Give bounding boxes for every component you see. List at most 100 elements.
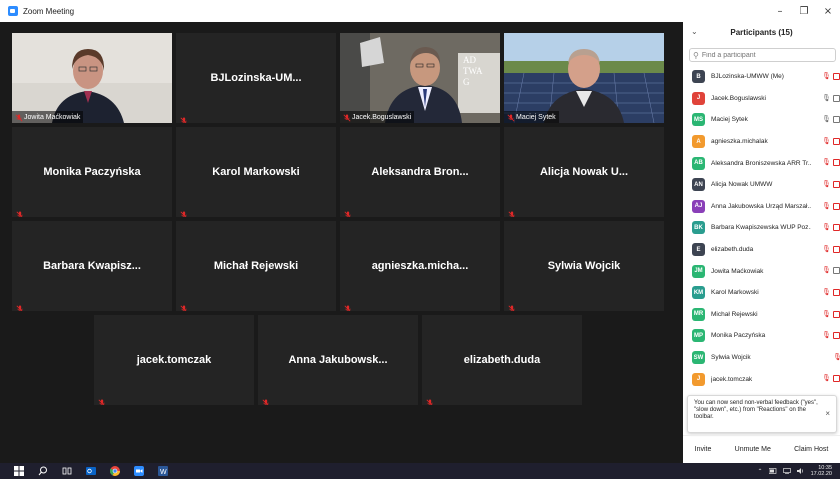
participant-display-name: agnieszka.micha...	[371, 260, 469, 272]
participant-status-icons: 🎙︎	[822, 159, 840, 167]
participant-tile[interactable]: Anna Jakubowsk...	[258, 315, 418, 405]
participant-tile[interactable]: Jowita Maćkowiak	[12, 33, 172, 123]
muted-mic-icon	[262, 394, 270, 405]
participant-display-name: Alicja Nowak U...	[539, 166, 629, 178]
search-icon[interactable]	[38, 466, 48, 476]
windows-start-icon[interactable]	[14, 466, 24, 476]
participants-header: ⌄ Participants (15)	[683, 22, 840, 42]
participant-tile[interactable]: jacek.tomczak	[94, 315, 254, 405]
video-feed	[12, 33, 172, 123]
claim-host-button[interactable]: Claim Host	[794, 446, 828, 453]
participant-status-icons: 🎙︎	[822, 224, 840, 232]
participant-row[interactable]: MS Maciej Sytek 🎙︎	[683, 109, 840, 131]
participant-row[interactable]: AB Aleksandra Broniszewska ARR Tr... 🎙︎	[683, 152, 840, 174]
word-icon[interactable]: W	[158, 466, 168, 476]
search-input[interactable]	[701, 51, 822, 59]
windows-taskbar: W ⌃ 10:35 17.02.20	[0, 463, 840, 479]
participant-name: Monika Paczyńska	[711, 332, 766, 340]
participant-tile[interactable]: agnieszka.micha...	[340, 221, 500, 311]
participant-tile[interactable]: Sylwia Wojcik	[504, 221, 664, 311]
participant-display-name: Karol Markowski	[212, 166, 300, 178]
zoom-app-icon	[8, 6, 18, 16]
mic-icon: 🎙︎	[822, 94, 831, 102]
participant-tile[interactable]: AD TWA G Jacek.Boguslawski	[340, 33, 500, 123]
participant-tile[interactable]: Aleksandra Bron...	[340, 127, 500, 217]
participant-video-name: Jacek.Boguslawski	[352, 114, 412, 121]
camera-off-icon	[833, 159, 840, 167]
participant-search[interactable]: ⚲	[689, 48, 836, 62]
minimize-button[interactable]: –	[768, 6, 792, 17]
participant-row[interactable]: KM Karol Markowski 🎙︎	[683, 282, 840, 304]
close-button[interactable]: ×	[816, 6, 840, 17]
participant-row[interactable]: JM Jowita Maćkowiak 🎙︎	[683, 260, 840, 282]
outlook-icon[interactable]	[86, 466, 96, 476]
muted-mic-icon: 🎙︎	[822, 224, 831, 232]
video-name-label: Jowita Maćkowiak	[12, 111, 84, 123]
toast-text: You can now send non-verbal feedback ("y…	[694, 400, 818, 420]
participant-name: Jacek.Boguslawski	[711, 94, 766, 102]
participant-row[interactable]: Jjacek.tomczak 🎙︎	[683, 368, 840, 390]
gallery-view: Jowita Maćkowiak BJLozinska-UM... AD TWA G Ja…	[8, 22, 680, 463]
participant-video-name: Jowita Maćkowiak	[24, 114, 81, 121]
participant-row[interactable]: SW Sylwia Wojcik 🎙︎	[683, 347, 840, 369]
muted-mic-icon	[426, 394, 434, 405]
participant-row[interactable]: B BJLozinska-UMWW (Me) 🎙︎	[683, 66, 840, 88]
chrome-icon[interactable]	[110, 466, 120, 476]
participants-panel: ⌄ Participants (15) ⚲ B BJLozinska-UMWW (…	[683, 22, 840, 463]
participant-row[interactable]: AN Alicja Nowak UMWW 🎙︎	[683, 174, 840, 196]
window-title: Zoom Meeting	[23, 6, 75, 16]
participant-row[interactable]: AJ Anna Jakubowska Urząd Marszał... 🎙︎	[683, 196, 840, 218]
participant-name: Anna Jakubowska Urząd Marszał...	[711, 202, 811, 210]
participant-list: B BJLozinska-UMWW (Me) 🎙︎ J Jacek.Boguslawsk…	[683, 66, 840, 390]
participant-tile[interactable]: Maciej Sytek	[504, 33, 664, 123]
camera-icon	[833, 94, 840, 102]
muted-mic-icon	[508, 206, 516, 217]
muted-mic-icon: 🎙︎	[822, 310, 831, 318]
participant-tile[interactable]: Michał Rejewski	[176, 221, 336, 311]
participant-row[interactable]: MR Michał Rejewski 🎙︎	[683, 304, 840, 326]
participant-row[interactable]: Eelizabeth.duda 🎙︎	[683, 239, 840, 261]
participant-tile[interactable]: BJLozinska-UM...	[176, 33, 336, 123]
participant-tile[interactable]: Barbara Kwapisz...	[12, 221, 172, 311]
muted-mic-icon: 🎙︎	[822, 137, 831, 145]
participant-tile[interactable]: elizabeth.duda	[422, 315, 582, 405]
participant-status-icons: 🎙︎	[822, 202, 840, 210]
network-icon[interactable]	[782, 468, 791, 474]
volume-icon[interactable]	[796, 468, 805, 474]
participant-status-icons: 🎙︎	[822, 267, 840, 275]
muted-mic-icon	[507, 114, 515, 122]
avatar: JM	[692, 264, 705, 278]
muted-mic-icon	[344, 206, 352, 217]
muted-mic-icon: 🎙︎	[822, 73, 831, 80]
battery-icon[interactable]	[768, 468, 777, 474]
avatar: AN	[692, 178, 705, 192]
participant-row[interactable]: J Jacek.Boguslawski 🎙︎	[683, 88, 840, 110]
camera-off-icon	[833, 310, 840, 318]
participant-name: agnieszka.michalak	[711, 138, 768, 146]
maximize-button[interactable]: ❐	[792, 6, 816, 17]
avatar: MR	[692, 307, 705, 321]
camera-icon	[833, 116, 840, 124]
tray-chevron-icon[interactable]: ⌃	[758, 468, 763, 475]
clock[interactable]: 10:35 17.02.20	[811, 465, 832, 477]
participant-row[interactable]: MP Monika Paczyńska 🎙︎	[683, 325, 840, 347]
task-view-icon[interactable]	[62, 466, 72, 476]
participant-display-name: jacek.tomczak	[136, 354, 212, 366]
participant-tile[interactable]: Monika Paczyńska	[12, 127, 172, 217]
zoom-taskbar-icon[interactable]	[134, 466, 144, 476]
participant-name: Aleksandra Broniszewska ARR Tr...	[711, 159, 811, 167]
invite-button[interactable]: Invite	[695, 446, 712, 453]
participant-tile[interactable]: Karol Markowski	[176, 127, 336, 217]
close-icon[interactable]: ×	[825, 410, 830, 418]
background-sign-text: AD TWA G	[463, 55, 483, 87]
unmute-me-button[interactable]: Unmute Me	[735, 446, 771, 453]
chevron-down-icon[interactable]: ⌄	[691, 27, 698, 36]
muted-mic-icon: 🎙︎	[822, 375, 831, 383]
camera-off-icon	[833, 137, 840, 145]
participant-row[interactable]: BK Barbara Kwapiszewska WUP Poz... 🎙︎	[683, 217, 840, 239]
muted-mic-icon: 🎙︎	[822, 267, 831, 275]
participant-row[interactable]: Aagnieszka.michalak 🎙︎	[683, 131, 840, 153]
participant-tile[interactable]: Alicja Nowak U...	[504, 127, 664, 217]
avatar: MS	[692, 113, 705, 127]
avatar: BK	[692, 221, 705, 235]
